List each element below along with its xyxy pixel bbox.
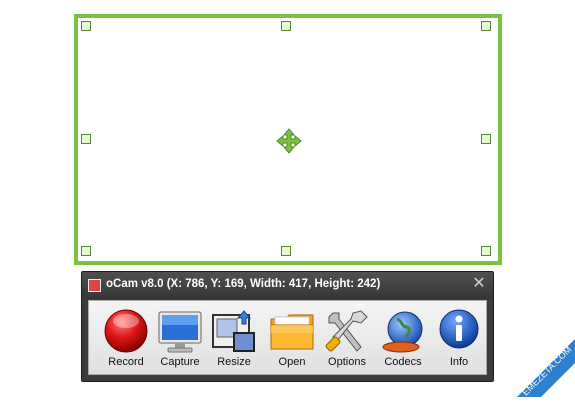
record-button[interactable]: Record xyxy=(99,305,153,373)
window-title: oCam v8.0 (X: 786, Y: 169, Width: 417, H… xyxy=(106,278,381,290)
resize-handle-bottom-left[interactable] xyxy=(81,246,91,256)
capture-button[interactable]: Capture xyxy=(153,305,207,373)
resize-handle-bottom-right[interactable] xyxy=(481,246,491,256)
resize-handle-middle-right[interactable] xyxy=(481,134,491,144)
record-icon xyxy=(104,309,148,353)
resize-button[interactable]: Resize xyxy=(207,305,261,373)
ocam-toolbar-window: oCam v8.0 (X: 786, Y: 169, Width: 417, H… xyxy=(81,271,494,382)
resize-handle-top-right[interactable] xyxy=(481,21,491,31)
info-label: Info xyxy=(449,356,469,368)
folder-icon xyxy=(270,314,314,350)
close-icon[interactable]: ✕ xyxy=(471,275,487,293)
info-button[interactable]: Info xyxy=(432,305,486,373)
move-icon[interactable] xyxy=(276,128,302,154)
resize-handle-top-left[interactable] xyxy=(81,21,91,31)
resize-handle-top-center[interactable] xyxy=(281,21,291,31)
options-button[interactable]: Options xyxy=(320,305,374,373)
resize-handle-middle-left[interactable] xyxy=(81,134,91,144)
monitor-icon xyxy=(158,311,202,353)
tools-icon xyxy=(325,310,368,352)
button-panel: Record Capture Resize Open Options Codec… xyxy=(88,300,487,375)
resize-handle-bottom-center[interactable] xyxy=(281,246,291,256)
globe-icon xyxy=(382,311,423,353)
codecs-button[interactable]: Codecs xyxy=(376,305,430,373)
resize-icon xyxy=(212,310,255,352)
title-bar[interactable]: oCam v8.0 (X: 786, Y: 169, Width: 417, H… xyxy=(82,272,493,299)
info-icon xyxy=(439,309,479,349)
resize-label: Resize xyxy=(217,356,251,368)
app-icon xyxy=(88,279,101,292)
watermark-ribbon: EMEZETA.COM xyxy=(487,307,575,398)
open-button[interactable]: Open xyxy=(265,305,319,373)
capture-region[interactable] xyxy=(74,14,502,265)
